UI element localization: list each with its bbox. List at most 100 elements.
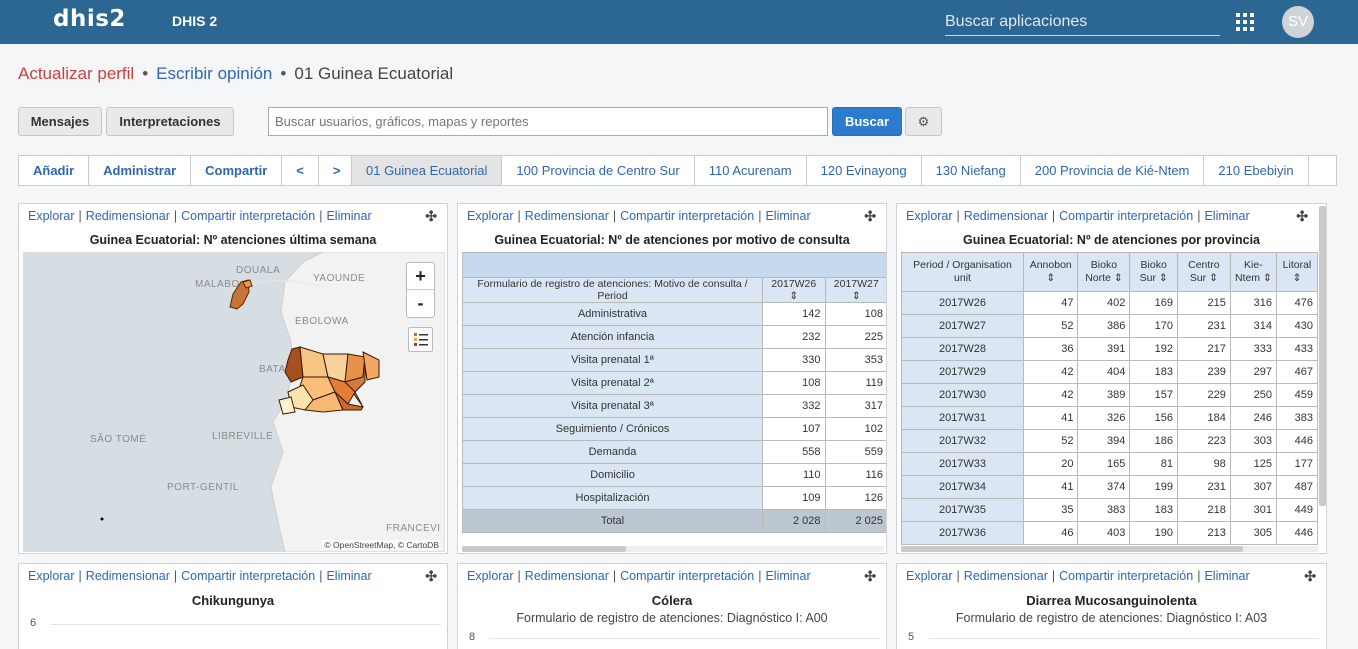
- share-interpretation-link[interactable]: Compartir interpretación: [1059, 569, 1193, 583]
- move-icon[interactable]: ✣: [425, 568, 437, 585]
- table-row: Seguimiento / Crónicos 107 102: [462, 417, 886, 441]
- move-icon[interactable]: ✣: [864, 568, 876, 585]
- map-label-libreville: LIBREVILLE: [212, 431, 274, 442]
- share-interpretation-link[interactable]: Compartir interpretación: [181, 569, 315, 583]
- table-column-header[interactable]: Annobon ⇕: [1022, 252, 1079, 292]
- search-settings-button[interactable]: ⚙: [905, 107, 942, 136]
- table-row: Visita prenatal 1ª 330 353: [462, 348, 886, 372]
- delete-link[interactable]: Eliminar: [326, 209, 371, 223]
- delete-link[interactable]: Eliminar: [765, 209, 810, 223]
- row-label: 2017W32: [901, 429, 1024, 453]
- delete-link[interactable]: Eliminar: [326, 569, 371, 583]
- cell-value: 41: [1022, 406, 1079, 430]
- table-column-header[interactable]: Bioko Sur ⇕: [1129, 252, 1178, 292]
- add-button[interactable]: Añadir: [19, 156, 90, 185]
- resize-link[interactable]: Redimensionar: [964, 569, 1048, 583]
- interpretations-button[interactable]: Interpretaciones: [106, 107, 234, 136]
- move-icon[interactable]: ✣: [864, 208, 876, 225]
- sort-icon: ⇕: [1292, 272, 1302, 284]
- cell-value: 199: [1129, 475, 1178, 499]
- cell-value: 119: [824, 371, 886, 395]
- write-feedback-link[interactable]: Escribir opinión: [156, 64, 272, 83]
- row-label: Visita prenatal 2ª: [462, 371, 763, 395]
- tab-ebebiyin[interactable]: 210 Ebebiyin: [1204, 156, 1309, 185]
- messages-button[interactable]: Mensajes: [18, 107, 102, 136]
- move-icon[interactable]: ✣: [425, 208, 437, 225]
- resize-link[interactable]: Redimensionar: [964, 209, 1048, 223]
- explore-link[interactable]: Explorar: [467, 209, 514, 223]
- horizontal-scrollbar[interactable]: [462, 546, 626, 552]
- search-button[interactable]: Buscar: [832, 107, 902, 136]
- dhis2-logo[interactable]: dhis2: [53, 6, 126, 32]
- explore-link[interactable]: Explorar: [28, 209, 75, 223]
- row-label: 2017W27: [901, 314, 1024, 338]
- cell-value: 225: [824, 325, 886, 349]
- cell-value: 217: [1176, 337, 1231, 361]
- resize-link[interactable]: Redimensionar: [525, 209, 609, 223]
- table-row: Domicilio 110 116: [462, 463, 886, 487]
- manage-button[interactable]: Administrar: [89, 156, 192, 185]
- tab-guinea-ecuatorial[interactable]: 01 Guinea Ecuatorial: [352, 156, 503, 185]
- cell-value: 142: [762, 302, 826, 326]
- table-column-header[interactable]: Period / Organisation unit: [901, 252, 1024, 292]
- tab-acurenam[interactable]: 110 Acurenam: [695, 156, 807, 185]
- panel-title: Guinea Ecuatorial: Nº de atenciones por …: [963, 233, 1260, 247]
- global-search-input[interactable]: [268, 107, 828, 136]
- map-view[interactable]: DOUALA YAOUNDE MALABO EBOLOWA BATA SÃO T…: [23, 252, 445, 552]
- zoom-out-button[interactable]: -: [407, 290, 434, 317]
- share-interpretation-link[interactable]: Compartir interpretación: [620, 209, 754, 223]
- app-search-input[interactable]: [945, 9, 1220, 36]
- explore-link[interactable]: Explorar: [28, 569, 75, 583]
- cell-value: 192: [1129, 337, 1178, 361]
- explore-link[interactable]: Explorar: [906, 209, 953, 223]
- cell-value: 186: [1129, 429, 1178, 453]
- update-profile-link[interactable]: Actualizar perfil: [18, 64, 134, 83]
- zoom-in-button[interactable]: +: [407, 263, 434, 290]
- explore-link[interactable]: Explorar: [906, 569, 953, 583]
- cell-value: 52: [1022, 314, 1079, 338]
- apps-grid-icon[interactable]: [1236, 13, 1254, 31]
- delete-link[interactable]: Eliminar: [765, 569, 810, 583]
- delete-link[interactable]: Eliminar: [1204, 209, 1249, 223]
- prev-button[interactable]: <: [282, 156, 319, 185]
- cell-value: 333: [1229, 337, 1277, 361]
- move-icon[interactable]: ✣: [1304, 568, 1316, 585]
- cell-value: 305: [1229, 521, 1277, 545]
- cell-value: 330: [762, 348, 826, 372]
- user-avatar[interactable]: SV: [1282, 6, 1314, 38]
- cell-value: 430: [1275, 314, 1319, 338]
- cell-value: 394: [1077, 429, 1131, 453]
- horizontal-scrollbar[interactable]: [901, 546, 1243, 552]
- table-row: 2017W36 46 403 190 213 305 446: [901, 521, 1319, 545]
- tab-evinayong[interactable]: 120 Evinayong: [807, 156, 922, 185]
- share-interpretation-link[interactable]: Compartir interpretación: [181, 209, 315, 223]
- resize-link[interactable]: Redimensionar: [525, 569, 609, 583]
- map-label-douala: DOUALA: [236, 265, 281, 276]
- share-interpretation-link[interactable]: Compartir interpretación: [620, 569, 754, 583]
- move-icon[interactable]: ✣: [1296, 208, 1308, 225]
- next-button[interactable]: >: [319, 156, 355, 185]
- resize-link[interactable]: Redimensionar: [86, 209, 170, 223]
- row-label: 2017W33: [901, 452, 1024, 476]
- tab-niefang[interactable]: 130 Niefang: [922, 156, 1021, 185]
- resize-link[interactable]: Redimensionar: [86, 569, 170, 583]
- table-column-header[interactable]: Bioko Norte ⇕: [1077, 252, 1131, 292]
- table-column-header[interactable]: Centro Sur ⇕: [1176, 252, 1231, 292]
- tab-centro-sur[interactable]: 100 Provincia de Centro Sur: [502, 156, 695, 185]
- row-label: Administrativa: [462, 302, 763, 326]
- vertical-scrollbar[interactable]: [1319, 206, 1326, 506]
- tab-kie-ntem[interactable]: 200 Provincia de Kié-Ntem: [1021, 156, 1205, 185]
- row-label: Hospitalización: [462, 486, 763, 510]
- share-interpretation-link[interactable]: Compartir interpretación: [1059, 209, 1193, 223]
- legend-button[interactable]: [408, 327, 433, 352]
- cell-value: 231: [1176, 475, 1231, 499]
- explore-link[interactable]: Explorar: [467, 569, 514, 583]
- delete-link[interactable]: Eliminar: [1204, 569, 1249, 583]
- table-column-header[interactable]: Kie-Ntem ⇕: [1229, 252, 1277, 292]
- table-column-header[interactable]: 2017W27 ⇕: [824, 277, 886, 303]
- row-label: 2017W29: [901, 360, 1024, 384]
- table-column-header[interactable]: Litoral ⇕: [1275, 252, 1319, 292]
- share-button[interactable]: Compartir: [191, 156, 283, 185]
- sort-icon: ⇕: [1046, 272, 1056, 284]
- table-column-header[interactable]: 2017W26 ⇕: [762, 277, 826, 303]
